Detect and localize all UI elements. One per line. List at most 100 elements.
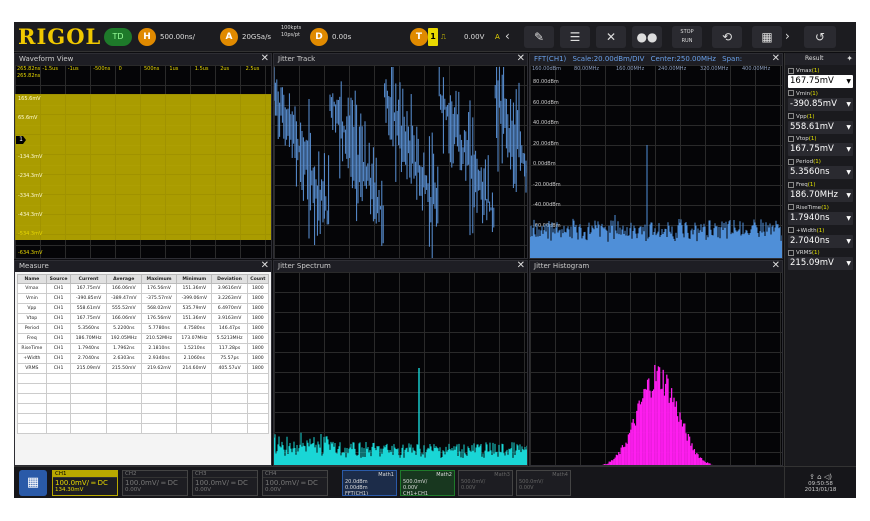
result-item[interactable]: RiseTime(1) 1.7940ns ▼ — [788, 204, 853, 225]
result-checkbox[interactable] — [788, 204, 794, 211]
time-label: 2.5us — [245, 66, 260, 72]
result-checkbox[interactable] — [788, 67, 794, 74]
jitter-track-plot — [274, 67, 527, 258]
math-offset: 0.00V — [519, 485, 534, 491]
result-value[interactable]: 167.75mV ▼ — [788, 75, 853, 88]
history-icon[interactable]: ⟲ — [712, 26, 742, 48]
empty-cell — [176, 383, 213, 394]
channel-box-ch1[interactable]: CH1 100.0mV/ ═ DC 134.30mV — [52, 470, 118, 496]
table-row[interactable]: Vmax CH1 167.75mV 166.06mV 176.56mV 151.36mV 3… — [17, 283, 270, 294]
measure-title-text: Measure — [19, 262, 49, 270]
table-cell: 1800 — [246, 313, 270, 324]
time-label: 2us — [220, 66, 230, 72]
result-item[interactable]: Period(1) 5.3560ns ▼ — [788, 158, 853, 180]
empty-row — [17, 383, 270, 394]
column-header: Deviation — [211, 274, 248, 284]
table-row[interactable]: Vmin CH1 -390.85mV -389.47mV -375.57mV -399.0… — [17, 293, 270, 304]
result-item[interactable]: +Width(1) 2.7040ns ▼ — [788, 227, 853, 248]
result-item[interactable]: Vtop(1) 167.75mV ▼ — [788, 135, 853, 157]
math-box-2[interactable]: Math2 500.0mV/0.00V CH1+CH1 — [400, 470, 455, 496]
scroll-left-icon[interactable]: ‹ — [505, 28, 510, 44]
dropdown-arrow-icon[interactable]: ▼ — [846, 212, 851, 225]
result-value[interactable]: 215.09mV ▼ — [788, 257, 853, 271]
table-row[interactable]: Freq CH1 186.70MHz 192.05MHz 210.52MHz 173.07… — [17, 333, 270, 344]
timebase-value[interactable]: 500.00ns/ — [160, 28, 195, 46]
result-name: Vtop(1) — [788, 135, 853, 143]
channel-box-ch2[interactable]: CH2 100.0mV/ ═ DC 0.00V — [122, 470, 188, 496]
result-checkbox[interactable] — [788, 90, 794, 97]
pin-icon[interactable]: ✦ — [846, 53, 853, 65]
dropdown-arrow-icon[interactable]: ▼ — [846, 189, 851, 202]
table-cell: 555.52mV — [105, 303, 142, 314]
table-row[interactable]: Vpp CH1 558.61mV 555.52mV 568.02mV 535.79mV 6.… — [17, 303, 270, 314]
math-box-4[interactable]: Math4 500.0mV/0.00V — [516, 470, 571, 496]
table-row[interactable]: Vtop CH1 167.75mV 166.06mV 176.56mV 151.36mV 3… — [17, 313, 270, 324]
measure-icon[interactable]: ✕ — [596, 26, 626, 48]
result-checkbox[interactable] — [788, 158, 794, 165]
acquire-badge[interactable]: A — [220, 28, 238, 46]
channel-box-ch3[interactable]: CH3 100.0mV/ ═ DC 0.00V — [192, 470, 258, 496]
trigger-level[interactable]: 0.00V — [464, 28, 484, 46]
dropdown-arrow-icon[interactable]: ▼ — [846, 143, 851, 156]
home-icon[interactable]: ▦ — [19, 470, 47, 496]
run-stop-button[interactable]: STOP RUN — [672, 26, 702, 48]
sample-rate-value[interactable]: 20GSa/s — [242, 28, 271, 46]
trigger-channel[interactable]: 1 — [428, 28, 438, 46]
jitter-spectrum-panel: Jitter Spectrum ✕ — [273, 260, 528, 466]
dropdown-arrow-icon[interactable]: ▼ — [846, 166, 851, 179]
apps-icon[interactable]: ▦ — [752, 26, 782, 48]
math-box-1[interactable]: Math1 20.0dBm 0.00dBm FFT(CH1) — [342, 470, 397, 496]
close-icon[interactable]: ✕ — [772, 54, 780, 65]
empty-cell — [211, 373, 248, 384]
table-cell: -390.85mV — [70, 293, 107, 304]
close-icon[interactable]: ✕ — [261, 261, 269, 272]
close-icon[interactable]: ✕ — [517, 261, 525, 272]
dropdown-arrow-icon[interactable]: ▼ — [846, 75, 851, 88]
trigger-badge[interactable]: T — [410, 28, 428, 46]
memory-depth[interactable]: 100kpts 10ps/pt — [281, 25, 301, 39]
close-icon[interactable]: ✕ — [772, 261, 780, 272]
result-checkbox[interactable] — [788, 249, 794, 256]
result-value[interactable]: 1.7940ns ▼ — [788, 211, 853, 225]
result-value[interactable]: 186.70MHz ▼ — [788, 189, 853, 202]
time-label: -1.5us — [42, 66, 58, 72]
result-value[interactable]: 558.61mV ▼ — [788, 120, 853, 134]
close-icon[interactable]: ✕ — [517, 54, 525, 65]
channel-box-ch4[interactable]: CH4 100.0mV/ ═ DC 0.00V — [262, 470, 328, 496]
delay-value[interactable]: 0.00s — [332, 28, 351, 46]
menu-icon[interactable]: ☰ — [560, 26, 590, 48]
result-checkbox[interactable] — [788, 135, 794, 142]
result-value[interactable]: 167.75mV ▼ — [788, 143, 853, 157]
dots-icon[interactable]: ●● — [632, 26, 662, 48]
table-row[interactable]: RiseTime CH1 1.7940ns 1.7962ns 2.1810ns 1.521… — [17, 343, 270, 354]
channel-name: CH3 — [193, 471, 257, 478]
result-checkbox[interactable] — [788, 227, 794, 234]
result-value[interactable]: 2.7040ns ▼ — [788, 234, 853, 248]
channel-scale: 100.0mV/ ═ DC — [265, 479, 318, 487]
horizontal-badge[interactable]: H — [138, 28, 156, 46]
result-checkbox[interactable] — [788, 181, 794, 188]
delay-badge[interactable]: D — [310, 28, 328, 46]
result-value[interactable]: 5.3560ns ▼ — [788, 166, 853, 180]
table-row[interactable]: Period CH1 5.3560ns 5.2200ns 5.7780ns 4.7580n… — [17, 323, 270, 334]
pen-icon[interactable]: ✎ — [524, 26, 554, 48]
result-item[interactable]: Vmin(1) -390.85mV ▼ — [788, 90, 853, 111]
result-checkbox[interactable] — [788, 113, 794, 120]
dropdown-arrow-icon[interactable]: ▼ — [846, 98, 851, 111]
table-row[interactable]: +Width CH1 2.7040ns 2.6303ns 2.9340ns 2.1060n… — [17, 353, 270, 364]
back-icon[interactable]: ↺ — [804, 26, 836, 48]
close-icon[interactable]: ✕ — [261, 54, 269, 65]
result-item[interactable]: Vmax(1) 167.75mV ▼ — [788, 67, 853, 88]
result-value[interactable]: -390.85mV ▼ — [788, 97, 853, 111]
dropdown-arrow-icon[interactable]: ▼ — [846, 121, 851, 134]
result-item[interactable]: Freq(1) 186.70MHz ▼ — [788, 181, 853, 202]
table-row[interactable]: VRMS CH1 215.09mV 215.50mV 219.62mV 214.60mV 4… — [17, 363, 270, 374]
math-box-3[interactable]: Math3 500.0mV/0.00V — [458, 470, 513, 496]
trigger-mode[interactable]: A — [495, 28, 500, 46]
scroll-right-icon[interactable]: › — [785, 28, 790, 44]
dropdown-arrow-icon[interactable]: ▼ — [846, 257, 851, 270]
result-item[interactable]: VRMS(1) 215.09mV ▼ — [788, 249, 853, 271]
result-item[interactable]: Vpp(1) 558.61mV ▼ — [788, 113, 853, 134]
mode-button[interactable]: TD — [104, 28, 132, 46]
dropdown-arrow-icon[interactable]: ▼ — [846, 235, 851, 248]
